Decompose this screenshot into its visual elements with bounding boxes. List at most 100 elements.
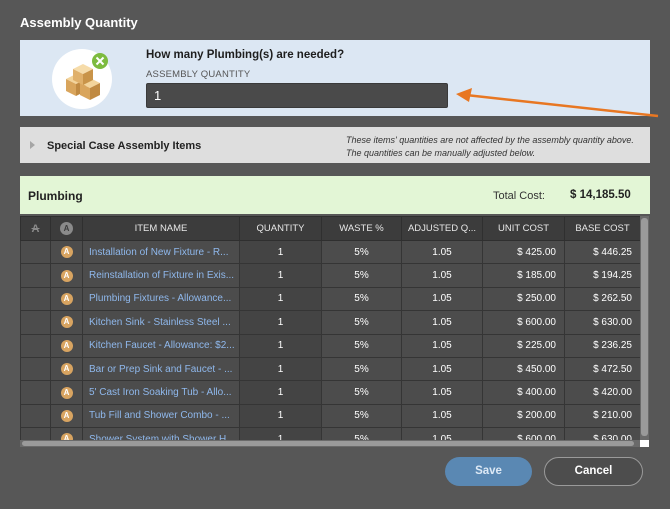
row-badge-cell: A [50, 333, 83, 358]
quantity-cell[interactable]: 1 [239, 333, 322, 358]
item-name-link[interactable]: Bar or Prep Sink and Faucet - ... [82, 356, 240, 382]
waste-cell: 5% [321, 356, 402, 382]
table-row[interactable]: A Installation of New Fixture - R... 1 5% 1.… [20, 239, 640, 265]
unit-cost-cell: $ 425.00 [482, 239, 565, 265]
scrollbar-corner [640, 440, 649, 447]
special-case-panel[interactable]: Special Case Assembly Items These items'… [20, 127, 650, 163]
col-header-quantity[interactable]: QUANTITY [239, 216, 322, 241]
col-header-item-name[interactable]: ITEM NAME [82, 216, 240, 241]
adjusted-qty-cell: 1.05 [401, 356, 483, 382]
base-cost-cell: $ 262.50 [564, 286, 640, 312]
unit-cost-cell: $ 250.00 [482, 286, 565, 312]
table-row[interactable]: A Tub Fill and Shower Combo - ... 1 5% 1.05 $… [20, 403, 640, 429]
col-header-base-cost[interactable]: BASE COST [564, 216, 640, 241]
a-badge-icon: A [60, 316, 73, 329]
a-strikethrough-icon: A [31, 222, 40, 235]
col-header-a-badge[interactable]: A [50, 216, 83, 241]
item-name-link[interactable]: Plumbing Fixtures - Allowance... [82, 286, 240, 312]
a-badge-icon: A [60, 363, 73, 376]
col-header-unit-cost[interactable]: UNIT COST [482, 216, 565, 241]
annotation-arrow-icon [456, 88, 659, 118]
base-cost-cell: $ 446.25 [564, 239, 640, 265]
waste-cell: 5% [321, 286, 402, 312]
item-name-link[interactable]: Kitchen Sink - Stainless Steel ... [82, 310, 240, 335]
a-badge-icon: A [60, 339, 73, 352]
col-header-a-strike[interactable]: A [20, 216, 51, 241]
special-case-note-line2: The quantities can be manually adjusted … [346, 148, 536, 158]
base-cost-cell: $ 236.25 [564, 333, 640, 358]
row-empty-cell [20, 403, 51, 429]
quantity-cell[interactable]: 1 [239, 380, 322, 405]
horizontal-scrollbar[interactable] [20, 440, 640, 447]
quantity-cell[interactable]: 1 [239, 356, 322, 382]
row-empty-cell [20, 310, 51, 335]
base-cost-cell: $ 472.50 [564, 356, 640, 382]
unit-cost-cell: $ 185.00 [482, 263, 565, 288]
item-name-link[interactable]: Installation of New Fixture - R... [82, 239, 240, 265]
special-case-title[interactable]: Special Case Assembly Items [47, 140, 201, 152]
quantity-cell[interactable]: 1 [239, 403, 322, 429]
group-title: Plumbing [28, 189, 83, 203]
waste-cell: 5% [321, 263, 402, 288]
unit-cost-cell: $ 225.00 [482, 333, 565, 358]
row-badge-cell: A [50, 380, 83, 405]
a-badge-icon: A [60, 386, 73, 399]
table-row[interactable]: A Kitchen Sink - Stainless Steel ... 1 5% 1.… [20, 310, 640, 335]
quantity-cell[interactable]: 1 [239, 263, 322, 288]
row-badge-cell: A [50, 239, 83, 265]
quantity-cell[interactable]: 1 [239, 286, 322, 312]
expand-triangle-icon[interactable] [30, 141, 35, 149]
horizontal-scrollbar-thumb[interactable] [22, 441, 634, 446]
waste-cell: 5% [321, 403, 402, 429]
table-row[interactable]: A Bar or Prep Sink and Faucet - ... 1 5% 1.0… [20, 356, 640, 382]
row-empty-cell [20, 239, 51, 265]
a-badge-icon: A [60, 269, 73, 282]
assembly-quantity-input[interactable] [146, 83, 448, 108]
table-row[interactable]: A Kitchen Faucet - Allowance: $2... 1 5% 1.0… [20, 333, 640, 358]
row-badge-cell: A [50, 263, 83, 288]
quantity-cell[interactable]: 1 [239, 239, 322, 265]
a-badge-icon: A [60, 246, 73, 259]
unit-cost-cell: $ 450.00 [482, 356, 565, 382]
adjusted-qty-cell: 1.05 [401, 380, 483, 405]
table-row[interactable]: A Reinstallation of Fixture in Exis... 1 5%… [20, 263, 640, 288]
base-cost-cell: $ 420.00 [564, 380, 640, 405]
row-empty-cell [20, 263, 51, 288]
quantity-cell[interactable]: 1 [239, 310, 322, 335]
group-header: Plumbing Total Cost: $ 14,185.50 [20, 176, 650, 214]
row-empty-cell [20, 380, 51, 405]
base-cost-cell: $ 194.25 [564, 263, 640, 288]
row-badge-cell: A [50, 286, 83, 312]
question-text: How many Plumbing(s) are needed? [146, 49, 345, 61]
item-name-link[interactable]: Reinstallation of Fixture in Exis... [82, 263, 240, 288]
item-name-link[interactable]: Kitchen Faucet - Allowance: $2... [82, 333, 240, 358]
a-badge-icon: A [60, 292, 73, 305]
adjusted-qty-cell: 1.05 [401, 263, 483, 288]
waste-cell: 5% [321, 239, 402, 265]
boxes-icon [52, 49, 112, 109]
waste-cell: 5% [321, 333, 402, 358]
table-row[interactable]: A Plumbing Fixtures - Allowance... 1 5% 1.05… [20, 286, 640, 312]
dialog-title: Assembly Quantity [20, 15, 138, 30]
vertical-scrollbar-thumb[interactable] [641, 218, 648, 436]
item-name-link[interactable]: 5' Cast Iron Soaking Tub - Allo... [82, 380, 240, 405]
row-empty-cell [20, 286, 51, 312]
base-cost-cell: $ 210.00 [564, 403, 640, 429]
row-empty-cell [20, 356, 51, 382]
cancel-button[interactable]: Cancel [544, 457, 643, 486]
adjusted-qty-cell: 1.05 [401, 403, 483, 429]
adjusted-qty-cell: 1.05 [401, 286, 483, 312]
row-empty-cell [20, 333, 51, 358]
unit-cost-cell: $ 400.00 [482, 380, 565, 405]
unit-cost-cell: $ 200.00 [482, 403, 565, 429]
total-cost-label: Total Cost: [493, 190, 545, 202]
col-header-adjusted-qty[interactable]: ADJUSTED Q... [401, 216, 483, 241]
table-row[interactable]: A 5' Cast Iron Soaking Tub - Allo... 1 5% 1.… [20, 380, 640, 405]
col-header-waste[interactable]: WASTE % [321, 216, 402, 241]
table-header-row: A A ITEM NAME QUANTITY WASTE % ADJUSTED … [20, 216, 640, 241]
a-badge-icon: A [60, 409, 73, 422]
vertical-scrollbar[interactable] [640, 216, 649, 446]
adjusted-qty-cell: 1.05 [401, 333, 483, 358]
item-name-link[interactable]: Tub Fill and Shower Combo - ... [82, 403, 240, 429]
save-button[interactable]: Save [445, 457, 532, 486]
